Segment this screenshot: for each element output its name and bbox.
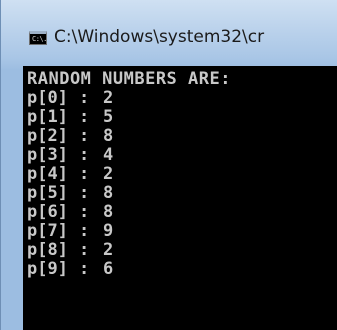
array-index-label: p[1] (27, 107, 68, 127)
random-value: 4 (103, 145, 114, 165)
array-index-label: p[7] (27, 221, 68, 241)
console-row: p[9]:6 (27, 260, 113, 279)
separator: : (79, 88, 90, 108)
separator: : (79, 240, 90, 260)
random-value: 9 (103, 221, 114, 241)
console-row: p[0]:2 (27, 89, 113, 108)
console-row: p[5]:8 (27, 184, 113, 203)
array-index-label: p[4] (27, 164, 68, 184)
separator: : (79, 126, 90, 146)
random-value: 8 (103, 126, 114, 146)
separator: : (79, 107, 90, 127)
title-bar[interactable]: C:\. C:\Windows\system32\cr (1, 0, 337, 64)
random-value: 8 (103, 183, 114, 203)
console-output[interactable]: RANDOM NUMBERS ARE: p[0]:2 p[1]:5 p[2]:8 p[… (23, 66, 337, 330)
separator: : (79, 164, 90, 184)
console-row: p[8]:2 (27, 241, 113, 260)
random-value: 6 (103, 259, 114, 279)
separator: : (79, 259, 90, 279)
console-row: p[7]:9 (27, 222, 113, 241)
separator: : (79, 183, 90, 203)
console-row: p[4]:2 (27, 165, 113, 184)
random-value: 2 (103, 88, 114, 108)
random-value: 2 (103, 240, 114, 260)
cmd-icon-text: C:\. (32, 35, 47, 43)
random-value: 8 (103, 202, 114, 222)
console-row: p[1]:5 (27, 108, 113, 127)
array-index-label: p[8] (27, 240, 68, 260)
console-header: RANDOM NUMBERS ARE: (27, 69, 231, 89)
random-value: 2 (103, 164, 114, 184)
console-row: p[2]:8 (27, 127, 113, 146)
separator: : (79, 221, 90, 241)
console-window: C:\. C:\Windows\system32\cr RANDOM NUMBE… (0, 0, 337, 330)
console-row: p[6]:8 (27, 203, 113, 222)
separator: : (79, 145, 90, 165)
array-index-label: p[3] (27, 145, 68, 165)
cmd-icon[interactable]: C:\. (29, 31, 47, 45)
window-title: C:\Windows\system32\cr (54, 27, 265, 47)
array-index-label: p[9] (27, 259, 68, 279)
array-index-label: p[5] (27, 183, 68, 203)
separator: : (79, 202, 90, 222)
console-row: p[3]:4 (27, 146, 113, 165)
random-value: 5 (103, 107, 114, 127)
array-index-label: p[2] (27, 126, 68, 146)
array-index-label: p[6] (27, 202, 68, 222)
array-index-label: p[0] (27, 88, 68, 108)
